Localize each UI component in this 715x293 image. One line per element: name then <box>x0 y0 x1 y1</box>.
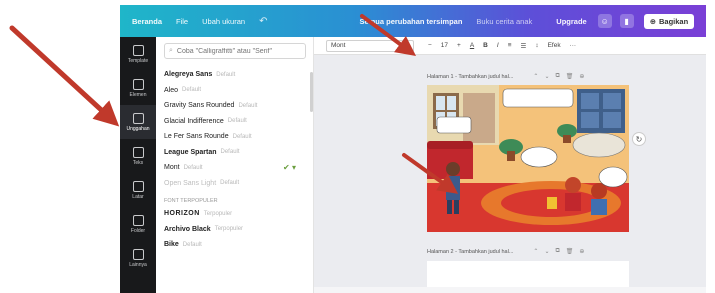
font-family-select[interactable]: Mont <box>326 39 414 52</box>
copy-icon[interactable]: ⧉ <box>555 248 559 255</box>
font-panel: ⌕ Alegreya SansDefault AleoDefault Gravi… <box>156 37 314 293</box>
rail-item-label: Unggahan <box>126 125 150 132</box>
right-margin <box>706 0 715 293</box>
panel-scrollbar[interactable] <box>310 72 313 112</box>
copy-icon[interactable]: ⧉ <box>555 73 559 80</box>
share-button[interactable]: ⊕ Bagikan <box>643 13 695 29</box>
font-item[interactable]: HORIZON Terpopuler <box>164 206 304 222</box>
user-icon[interactable]: ☺ <box>597 14 612 28</box>
comic-illustration <box>427 85 629 232</box>
share-icon: ⊕ <box>649 16 656 26</box>
rail-item-label: Lainnya <box>129 261 147 268</box>
font-item[interactable]: Aleo Default <box>164 83 304 99</box>
add-icon[interactable]: ⊕ <box>579 73 584 80</box>
font-item[interactable]: Bike Default <box>164 237 304 253</box>
page-title[interactable]: Halaman 2 - Tambahkan judul hal... <box>427 249 513 255</box>
rail-item-label: Latar <box>132 193 144 200</box>
font-item[interactable]: Glacial Indifference Default <box>164 114 304 130</box>
folder-icon <box>132 214 144 226</box>
chart-icon[interactable]: ▮ <box>619 14 634 28</box>
uploads-icon <box>132 112 144 124</box>
font-list: Alegreya Sans Default Aleo Default Gravity… <box>164 67 304 253</box>
font-size-increase[interactable]: + <box>457 42 461 49</box>
rail-item-label: Teks <box>132 159 144 166</box>
share-label: Bagikan <box>659 16 689 26</box>
side-rail: Template Elemen Unggahan Teks Latar Fold… <box>120 37 156 293</box>
text-toolbar: Mont − 17 + A B I ≡ ☰ ↕ Efek ··· <box>314 37 706 55</box>
resize-button[interactable]: Ubah ukuran <box>195 17 252 26</box>
italic-button[interactable]: I <box>497 42 499 49</box>
font-size-input[interactable]: 17 <box>441 42 448 49</box>
rail-item-more[interactable]: Lainnya <box>120 241 156 275</box>
spacing-button[interactable]: ↕ <box>535 42 538 49</box>
delete-icon[interactable]: 🗑 <box>566 248 574 255</box>
search-input[interactable] <box>176 47 297 55</box>
elements-icon <box>132 78 144 90</box>
font-item[interactable]: Archivo Black Terpopuler <box>164 222 304 238</box>
more-icon <box>132 248 144 260</box>
rail-item-folder[interactable]: Folder <box>120 207 156 241</box>
file-menu[interactable]: File <box>169 17 195 26</box>
chevron-up-icon[interactable]: ⌃ <box>533 73 538 80</box>
effects-button[interactable]: Efek <box>548 42 561 49</box>
font-item[interactable]: Open Sans Light Default <box>164 176 304 192</box>
page-title[interactable]: Halaman 1 - Tambahkan judul hal... <box>427 74 513 80</box>
undo-icon[interactable]: ↶ <box>252 16 274 27</box>
checkmark-icon: ✔ ▾ <box>283 163 296 173</box>
font-item[interactable]: Le Fer Sans Rounde Default <box>164 129 304 145</box>
font-search[interactable]: ⌕ <box>164 43 306 59</box>
upgrade-button[interactable]: Upgrade <box>549 17 593 26</box>
document-title[interactable]: Buku cerita anak <box>469 17 539 26</box>
rail-item-elements[interactable]: Elemen <box>120 71 156 105</box>
template-icon <box>132 44 144 56</box>
page-2-header: Halaman 2 - Tambahkan judul hal... ⌃ ⌄ ⧉… <box>427 248 584 255</box>
font-item[interactable]: Alegreya Sans Default <box>164 67 304 83</box>
font-item[interactable]: League Spartan Default <box>164 145 304 161</box>
page-1-header: Halaman 1 - Tambahkan judul hal... ⌃ ⌄ ⧉… <box>427 73 584 80</box>
rail-item-label: Elemen <box>129 91 147 98</box>
list-button[interactable]: ☰ <box>520 42 526 50</box>
top-bar: Beranda File Ubah ukuran ↶ Semua perubah… <box>120 5 706 37</box>
font-item[interactable]: Gravity Sans Rounded Default <box>164 98 304 114</box>
delete-icon[interactable]: 🗑 <box>566 73 574 80</box>
editor-canvas: Mont − 17 + A B I ≡ ☰ ↕ Efek ··· Halaman… <box>314 37 706 293</box>
add-icon[interactable]: ⊕ <box>579 248 584 255</box>
rail-item-background[interactable]: Latar <box>120 173 156 207</box>
search-icon: ⌕ <box>169 47 173 54</box>
status-bar <box>314 287 706 293</box>
refresh-icon[interactable]: ↻ <box>632 132 646 146</box>
text-icon <box>132 146 144 158</box>
bold-button[interactable]: B <box>483 42 488 49</box>
rail-item-uploads[interactable]: Unggahan <box>120 105 156 139</box>
chevron-down-icon[interactable]: ⌄ <box>544 248 549 255</box>
chevron-up-icon[interactable]: ⌃ <box>533 248 538 255</box>
background-icon <box>132 180 144 192</box>
chevron-down-icon[interactable]: ⌄ <box>544 73 549 80</box>
rail-item-template[interactable]: Template <box>120 37 156 71</box>
left-margin <box>0 0 120 293</box>
text-color-button[interactable]: A <box>470 42 474 49</box>
align-button[interactable]: ≡ <box>508 42 512 49</box>
save-status: Semua perubahan tersimpan <box>359 16 463 26</box>
rail-item-label: Folder <box>130 227 146 234</box>
more-options-button[interactable]: ··· <box>570 42 577 49</box>
design-page-1[interactable] <box>427 85 629 232</box>
font-item-selected[interactable]: Mont Default ✔ ▾ <box>164 160 304 176</box>
font-size-decrease[interactable]: − <box>428 42 432 49</box>
section-label: FONT TERPOPULER <box>164 197 218 204</box>
rail-item-label: Template <box>127 57 149 64</box>
home-button[interactable]: Beranda <box>120 17 169 26</box>
rail-item-text[interactable]: Teks <box>120 139 156 173</box>
